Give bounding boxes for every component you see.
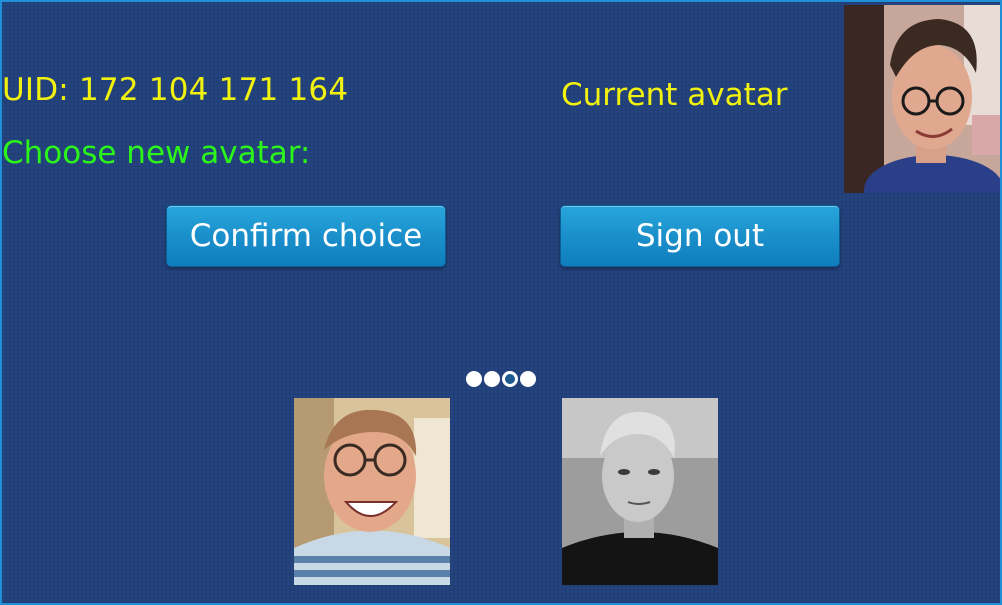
carousel-dot-4[interactable] xyxy=(520,371,536,387)
carousel-dot-2[interactable] xyxy=(484,371,500,387)
carousel-dot-1[interactable] xyxy=(466,371,482,387)
carousel-pagination xyxy=(466,371,536,387)
current-avatar-image xyxy=(844,5,1000,193)
current-avatar-label: Current avatar xyxy=(561,77,788,113)
avatar-option-1[interactable] xyxy=(294,398,450,585)
uid-label: UID: 172 104 171 164 xyxy=(2,72,349,108)
choose-avatar-label: Choose new avatar: xyxy=(2,135,311,171)
carousel-dot-3[interactable] xyxy=(502,371,518,387)
confirm-choice-button[interactable]: Confirm choice xyxy=(166,205,446,267)
avatar-option-2[interactable] xyxy=(562,398,718,585)
avatar-settings-screen: UID: 172 104 171 164 Choose new avatar: … xyxy=(0,0,1002,605)
sign-out-button[interactable]: Sign out xyxy=(560,205,840,267)
